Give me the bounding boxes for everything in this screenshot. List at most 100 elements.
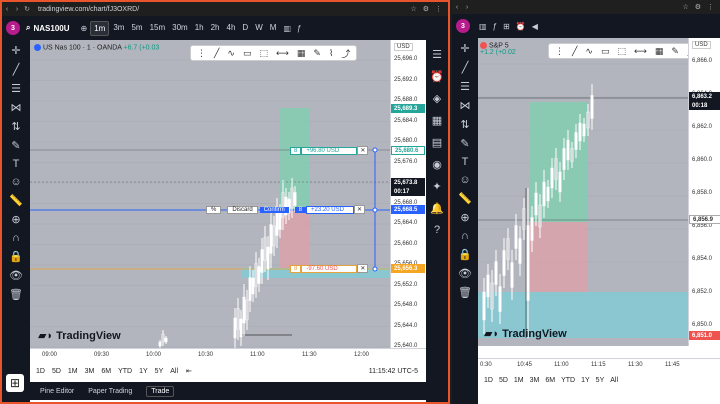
timeframe-15m[interactable]: 15m <box>147 21 169 36</box>
drag-handle-icon[interactable]: ⋮ <box>555 46 564 57</box>
bar-style-icon[interactable]: ▥ <box>479 22 487 31</box>
range-1y[interactable]: 1Y <box>581 377 590 384</box>
forward-icon[interactable]: › <box>462 4 472 11</box>
curve-tool-icon[interactable]: ∿ <box>227 48 235 59</box>
brush-tool-icon[interactable]: ✎ <box>313 48 321 59</box>
calendar-icon[interactable]: ▤ <box>432 136 442 149</box>
text-icon[interactable]: T <box>462 156 469 168</box>
back-icon[interactable]: ‹ <box>452 4 462 11</box>
watchlist-icon[interactable]: ☰ <box>432 48 442 61</box>
range-ytd[interactable]: YTD <box>118 368 132 375</box>
trendline-icon[interactable]: ╱ <box>462 61 469 74</box>
range-ytd[interactable]: YTD <box>561 377 575 384</box>
extensions-icon[interactable]: ⚙ <box>423 5 429 13</box>
zoom-icon[interactable]: ⊕ <box>11 213 20 226</box>
select-tool-icon[interactable]: ⬚ <box>259 48 268 59</box>
ruler-icon[interactable]: 📏 <box>9 194 23 207</box>
range-all[interactable]: All <box>170 368 178 375</box>
timeframe-5m[interactable]: 5m <box>128 21 145 36</box>
sl-close-button[interactable]: ✕ <box>357 264 369 273</box>
price-axis-right[interactable]: USD 6,866.06,864.06,862.06,860.06,858.06… <box>688 38 720 346</box>
bar-style-icon[interactable]: ▥ <box>283 24 291 33</box>
lock-icon[interactable]: 🔒 <box>9 250 23 263</box>
layers-icon[interactable]: ◈ <box>433 92 441 105</box>
pattern-icon[interactable]: ⋈ <box>460 99 471 112</box>
curve-tool-icon[interactable]: ∿ <box>585 46 593 57</box>
tp-close-button[interactable]: ✕ <box>357 146 369 155</box>
trade-tab[interactable]: Trade <box>146 385 175 397</box>
crosshair-icon[interactable]: ✛ <box>11 44 20 57</box>
fib-icon[interactable]: ☰ <box>460 80 470 93</box>
lock-icon[interactable]: 🔒 <box>458 248 472 261</box>
timeframe-M[interactable]: M <box>267 21 280 36</box>
add-symbol-icon[interactable]: ⊕ <box>81 24 88 33</box>
path-tool-icon[interactable]: ⌇ <box>329 48 333 59</box>
pattern-icon[interactable]: ⋈ <box>11 101 22 114</box>
zoom-icon[interactable]: ⊕ <box>460 211 469 224</box>
range-5d[interactable]: 5D <box>52 368 61 375</box>
sl-qty[interactable]: 8 <box>290 264 302 273</box>
bookmark-icon[interactable]: ☆ <box>682 3 688 11</box>
range-5y[interactable]: 5Y <box>596 377 605 384</box>
range-1y[interactable]: 1Y <box>139 368 148 375</box>
timeframe-D[interactable]: D <box>239 21 251 36</box>
order-qty[interactable]: 8 <box>294 206 307 213</box>
trash-icon[interactable]: 🗑 <box>458 286 472 299</box>
confirm-button[interactable]: Confirm <box>259 206 289 213</box>
timeframe-1m[interactable]: 1m <box>90 20 110 36</box>
clock[interactable]: 11:15:42 UTC-5 <box>369 368 418 375</box>
symbol-search[interactable]: ⌕ NAS100U <box>26 23 70 33</box>
templates-icon[interactable]: ⊞ <box>503 22 510 31</box>
eye-icon[interactable]: 👁 <box>9 269 23 282</box>
address-bar[interactable]: tradingview.com/chart/fJ3OXRD/ <box>38 6 139 13</box>
indicators-icon[interactable]: ƒ <box>493 22 497 31</box>
brush-icon[interactable]: ✎ <box>460 137 469 150</box>
range-1d[interactable]: 1D <box>36 368 45 375</box>
projection-icon[interactable]: ⇅ <box>460 118 469 131</box>
alert-icon[interactable]: ⏰ <box>516 22 526 31</box>
rectangle-tool-icon[interactable]: ▭ <box>601 46 610 57</box>
magnet-icon[interactable]: ∩ <box>12 232 20 244</box>
time-axis[interactable]: 09:00 09:30 10:00 10:30 11:00 11:30 12:00 <box>30 348 426 360</box>
tp-qty[interactable]: 8 <box>290 146 302 155</box>
range-3m[interactable]: 3M <box>530 377 540 384</box>
range-1m[interactable]: 1M <box>68 368 78 375</box>
bookmark-icon[interactable]: ☆ <box>410 5 416 13</box>
timeframe-2h[interactable]: 2h <box>208 21 223 36</box>
percent-button[interactable]: % <box>206 205 222 214</box>
crosshair-icon[interactable]: ✛ <box>460 42 469 55</box>
drag-handle-icon[interactable]: ⋮ <box>197 48 206 59</box>
fib-icon[interactable]: ☰ <box>11 82 21 95</box>
ideas-icon[interactable]: ✦ <box>432 180 441 193</box>
grid-tool-icon[interactable]: ▦ <box>297 48 306 59</box>
range-1d[interactable]: 1D <box>484 377 493 384</box>
range-1m[interactable]: 1M <box>514 377 524 384</box>
help-icon[interactable]: ? <box>434 224 440 236</box>
grid-tool-icon[interactable]: ▦ <box>655 46 664 57</box>
range-all[interactable]: All <box>610 377 618 384</box>
pine-editor-tab[interactable]: Pine Editor <box>40 388 74 395</box>
avatar[interactable]: 3 <box>6 21 20 35</box>
range-5d[interactable]: 5D <box>499 377 508 384</box>
ruler-icon[interactable]: 📏 <box>458 192 472 205</box>
emoji-icon[interactable]: ☺ <box>459 174 470 186</box>
timeframe-3m[interactable]: 3m <box>110 21 127 36</box>
timeframe-1h[interactable]: 1h <box>192 21 207 36</box>
menu-icon[interactable]: ⋮ <box>707 3 714 11</box>
menu-icon[interactable]: ⋮ <box>435 5 442 13</box>
chat-icon[interactable]: ◉ <box>432 158 442 171</box>
price-axis[interactable]: USD 25,696.0 25,692.0 25,688.0 25,684.0 25,6… <box>390 40 426 348</box>
range-3m[interactable]: 3M <box>85 368 95 375</box>
paper-trading-tab[interactable]: Paper Trading <box>88 388 132 395</box>
currency-selector[interactable]: USD <box>394 43 413 51</box>
magnet-icon[interactable]: ∩ <box>461 230 469 242</box>
range-6m[interactable]: 6M <box>101 368 111 375</box>
timeframe-4h[interactable]: 4h <box>224 21 239 36</box>
replay-icon[interactable]: ◀ <box>532 22 538 31</box>
avatar[interactable]: 3 <box>456 19 470 33</box>
reload-icon[interactable]: ↻ <box>22 5 32 13</box>
select-tool-icon[interactable]: ⬚ <box>617 46 626 57</box>
timeframe-30m[interactable]: 30m <box>169 21 191 36</box>
trash-icon[interactable]: 🗑 <box>9 288 23 301</box>
line-tool-icon[interactable]: ╱ <box>214 48 219 59</box>
